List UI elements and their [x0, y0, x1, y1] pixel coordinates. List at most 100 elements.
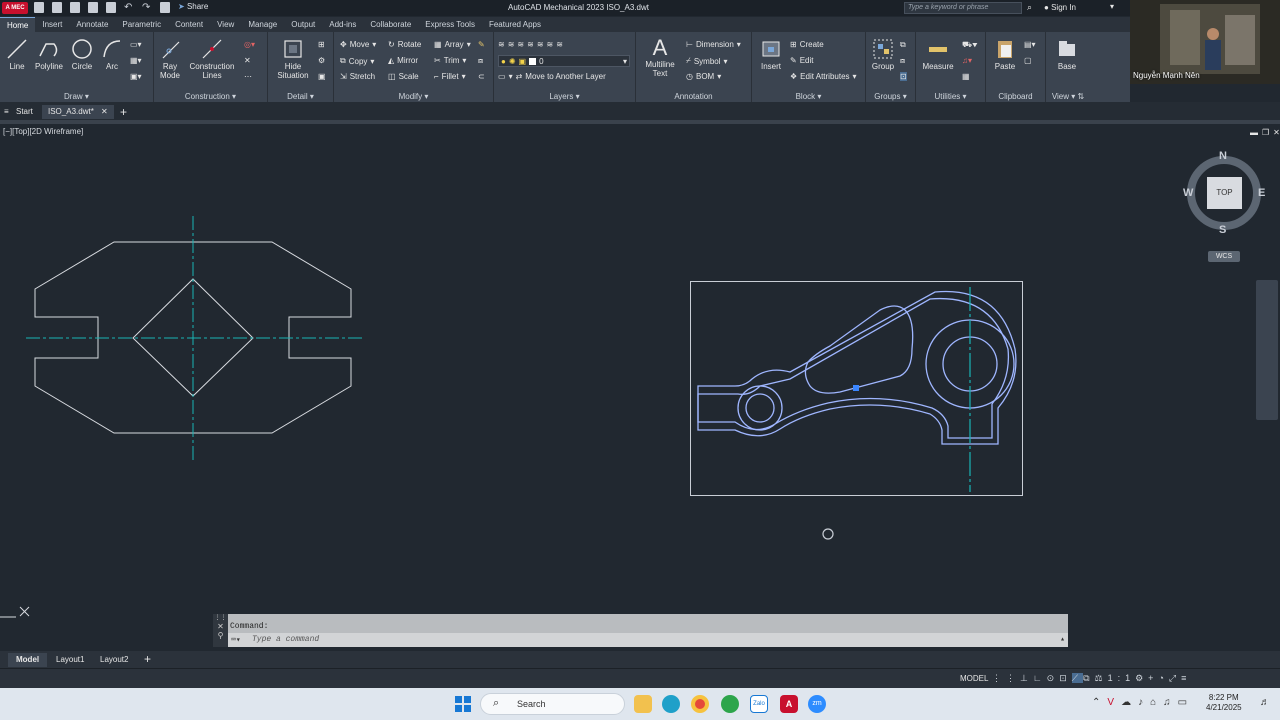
line-button[interactable]: Line [4, 38, 30, 71]
viewcube-top-face[interactable]: TOP [1207, 177, 1242, 209]
compass-n[interactable]: N [1219, 150, 1227, 162]
tab-featured-apps[interactable]: Featured Apps [482, 17, 548, 32]
dimension-button[interactable]: ⊢ Dimension ▾ [686, 40, 741, 49]
compass-w[interactable]: W [1183, 187, 1193, 199]
tab-parametric[interactable]: Parametric [115, 17, 168, 32]
command-expand-icon[interactable]: ▴ [1060, 634, 1065, 644]
save-as-icon[interactable] [88, 2, 98, 13]
edit-block-button[interactable]: ✎ Edit [790, 56, 814, 65]
osnap-icon[interactable]: ⊡ [1059, 673, 1072, 683]
offset-icon[interactable]: ⊂ [478, 72, 485, 81]
zoom-icon[interactable]: zm [808, 695, 826, 713]
copy-button[interactable]: ⧉ Copy ▾ [340, 56, 374, 66]
move-button[interactable]: ✥ Move ▾ [340, 40, 376, 49]
group-select-icon[interactable]: ⊡ [900, 72, 907, 81]
menu-icon[interactable]: ≡ [4, 107, 9, 116]
command-line-grip[interactable]: ⋮⋮ ✕ ⚲ [213, 614, 228, 647]
isolate-icon[interactable]: ◔ [1158, 673, 1168, 683]
tab-annotate[interactable]: Annotate [69, 17, 115, 32]
snap-icon[interactable]: ⊥ [1020, 673, 1033, 683]
layer-properties-icon[interactable]: ≋ [498, 40, 505, 49]
hide-situation-button[interactable]: Hide Situation [274, 38, 312, 80]
add-layout-icon[interactable]: + [144, 652, 151, 666]
tab-model[interactable]: Model [8, 653, 48, 667]
tab-express-tools[interactable]: Express Tools [418, 17, 482, 32]
ungroup-icon[interactable]: ⧉ [900, 40, 906, 50]
share-button[interactable]: ➤ Share [178, 2, 208, 13]
construction-tool-icon[interactable]: ✕ [244, 56, 251, 65]
command-input[interactable]: ⌨▾ Type a command ▴ [228, 633, 1068, 647]
layer-icon-7[interactable]: ≋ [556, 40, 563, 49]
workspace-gear-icon[interactable]: ⚙ [1135, 673, 1148, 683]
layer-icon-5[interactable]: ≋ [537, 40, 544, 49]
groups-panel-title[interactable]: Groups ▾ [866, 92, 915, 101]
tab-view[interactable]: View [210, 17, 241, 32]
wcs-menu[interactable]: WCS [1208, 251, 1240, 262]
tab-start[interactable]: Start [10, 105, 39, 119]
tray-cloud-icon[interactable]: ☁ [1121, 697, 1138, 708]
tab-home[interactable]: Home [0, 17, 36, 32]
fullscreen-icon[interactable]: ⤢ [1169, 673, 1181, 683]
scale-button[interactable]: ◫ Scale [388, 72, 419, 81]
move-to-layer-button[interactable]: ▭ ▾ ⇄ Move to Another Layer [498, 72, 606, 81]
symbol-button[interactable]: ⌿ Symbol ▾ [686, 56, 728, 66]
tab-manage[interactable]: Manage [241, 17, 284, 32]
annotation-panel-title[interactable]: Annotation [636, 92, 751, 101]
explode-icon[interactable]: ⧈ [478, 56, 483, 66]
mirror-button[interactable]: ◭ Mirror [388, 56, 418, 65]
layer-icon-4[interactable]: ≋ [527, 40, 534, 49]
construction-lines-button[interactable]: Construction Lines [186, 38, 238, 80]
fillet-button[interactable]: ⌐ Fillet ▾ [434, 72, 466, 81]
edge-icon[interactable] [662, 695, 680, 713]
view-panel-title[interactable]: View ▾ ⇅ [1046, 92, 1090, 101]
base-view-button[interactable]: Base [1052, 38, 1082, 71]
workspace-icon[interactable] [160, 2, 170, 13]
tab-layout1[interactable]: Layout1 [48, 653, 92, 667]
multiline-text-button[interactable]: A Multiline Text [640, 36, 680, 79]
bom-button[interactable]: ◷ BOM ▾ [686, 72, 721, 81]
insert-block-button[interactable]: Insert [756, 38, 786, 71]
new-tab-icon[interactable]: + [120, 105, 127, 119]
cart-icon[interactable]: ▾ [1110, 2, 1114, 11]
tray-network-icon[interactable]: ⌂ [1150, 697, 1163, 708]
lineweight-icon[interactable]: ⟋ [1071, 673, 1084, 683]
draw-panel-title[interactable]: Draw ▾ [0, 92, 153, 101]
create-block-button[interactable]: ⊞ Create [790, 40, 824, 49]
compass-s[interactable]: S [1219, 224, 1226, 236]
tray-volume-icon[interactable]: ♫ [1163, 697, 1178, 708]
viewcube[interactable]: N S W E TOP [1183, 150, 1265, 240]
modify-panel-title[interactable]: Modify ▾ [334, 92, 493, 101]
model-space-toggle[interactable]: MODEL [960, 674, 988, 683]
close-icon[interactable]: ✕ [101, 107, 108, 116]
edit-attributes-button[interactable]: ❖ Edit Attributes ▾ [790, 72, 857, 81]
cut-icon[interactable]: ▤▾ [1024, 40, 1036, 49]
circle-button[interactable]: Circle [68, 38, 96, 71]
layer-dropdown[interactable]: ● ✺ ▣ 0 ▾ [498, 55, 630, 67]
tray-vivaldi-icon[interactable]: V [1107, 697, 1121, 708]
erase-icon[interactable]: ✎ [478, 40, 485, 49]
notification-bell-icon[interactable]: ♬ [1260, 697, 1270, 708]
grid-icon[interactable]: ⋮⋮ [992, 673, 1020, 683]
arc-button[interactable]: Arc [98, 38, 126, 71]
scale-label-icon[interactable]: 1:1 [1108, 673, 1136, 683]
measure-button[interactable]: Measure [920, 38, 956, 71]
save-icon[interactable] [70, 2, 80, 13]
group-edit-icon[interactable]: ⧈ [900, 56, 905, 66]
construction-panel-title[interactable]: Construction ▾ [154, 92, 267, 101]
ray-mode-button[interactable]: Ray Mode [156, 38, 184, 80]
detail-panel-title[interactable]: Detail ▾ [268, 92, 333, 101]
autocad-taskbar-icon[interactable]: A [780, 695, 798, 713]
tray-chevron-icon[interactable]: ⌃ [1092, 697, 1107, 708]
layers-panel-title[interactable]: Layers ▾ [494, 92, 635, 101]
construction-more-icon[interactable]: ⋯ [244, 72, 252, 81]
tab-content[interactable]: Content [168, 17, 210, 32]
region-icon[interactable]: ▣▾ [130, 72, 142, 81]
utilities-panel-title[interactable]: Utilities ▾ [916, 92, 985, 101]
chrome-icon[interactable] [691, 695, 709, 713]
group-button[interactable]: Group [868, 38, 898, 71]
transparency-icon[interactable]: ⧉ [1083, 673, 1094, 683]
block-panel-title[interactable]: Block ▾ [752, 92, 865, 101]
search-input[interactable]: Type a keyword or phrase [904, 2, 1022, 14]
taskbar-search[interactable]: ⌕ Search [480, 693, 625, 715]
trim-button[interactable]: ✂ Trim ▾ [434, 56, 466, 65]
